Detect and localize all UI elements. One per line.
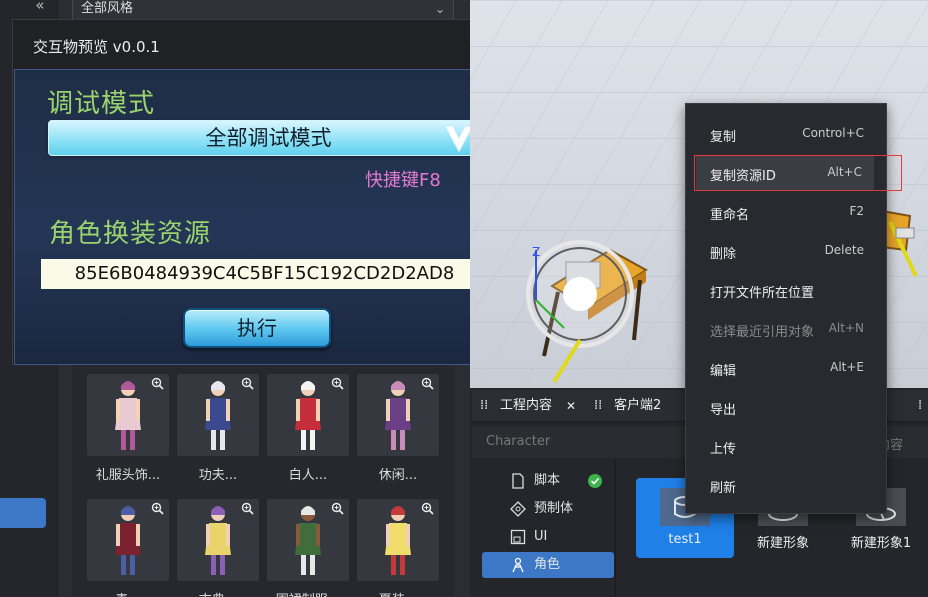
debug-panel: 调试模式 全部调试模式 快捷键F8 角色换装资源 85E6B0484939C4C…	[14, 69, 511, 365]
character-figure-icon	[295, 506, 321, 575]
character-thumbnail-label: 夏装...	[357, 589, 439, 597]
zoom-icon[interactable]	[331, 377, 345, 391]
tree-item-script[interactable]: 脚本	[482, 468, 614, 494]
character-thumbnail-label: 休闲...	[378, 468, 418, 483]
tree-item-prefab[interactable]: 预制体	[482, 496, 614, 522]
character-figure-icon	[205, 381, 231, 450]
character-thumbnail-label: 白人...	[288, 468, 328, 483]
skin-resource-heading: 角色换装资源	[49, 219, 212, 249]
menu-item-shortcut: Alt+N	[828, 321, 864, 335]
tree-item-character[interactable]: 角色	[482, 552, 614, 578]
style-filter-select[interactable]: 全部风格 ⌄	[72, 0, 454, 20]
tab-client-2[interactable]: 客户端2	[614, 390, 661, 422]
tree-item-label: UI	[534, 529, 548, 544]
character-thumbnail-label: 围裙制服...	[267, 589, 349, 597]
character-thumbnail-label: 古典...	[177, 589, 259, 597]
menu-item-shortcut: Control+C	[802, 126, 864, 140]
zoom-icon[interactable]	[421, 502, 435, 516]
character-figure-icon	[205, 506, 231, 575]
menu-item-upload[interactable]: 上传	[686, 429, 886, 463]
zoom-icon[interactable]	[421, 377, 435, 391]
menu-item-label: 重命名	[710, 208, 750, 223]
menu-item-export[interactable]: 导出	[686, 390, 886, 424]
menu-item-label: 刷新	[710, 481, 737, 496]
asset-name: 新建形象	[756, 536, 809, 551]
shortcut-hint: 快捷键F8	[365, 170, 441, 191]
character-thumbnail[interactable]	[267, 374, 349, 456]
execute-button[interactable]: 执行	[183, 308, 331, 348]
tree-item-label: 脚本	[534, 473, 561, 488]
menu-item-open-location[interactable]: 打开文件所在位置	[686, 273, 886, 307]
tree-item-label: 角色	[534, 557, 561, 572]
menu-item-shortcut: F2	[849, 204, 864, 218]
tree-item-label: 预制体	[534, 501, 574, 516]
debug-mode-select[interactable]: 全部调试模式	[48, 120, 489, 156]
menu-item-label: 选择最近引用对象	[710, 325, 815, 340]
tab-drag-handle-icon[interactable]: ⁞⁞	[594, 390, 602, 422]
character-grid: 礼服头饰... 功夫... 白人... 休闲... 毒... 古典... 围裙制服... 夏装…	[72, 365, 454, 597]
search-input[interactable]: Character	[486, 434, 550, 449]
menu-item-delete[interactable]: 删除 Delete	[686, 234, 886, 268]
debug-mode-heading: 调试模式	[47, 89, 156, 119]
character-thumbnail[interactable]	[177, 499, 259, 581]
menu-item-label: 导出	[710, 403, 737, 418]
tab-drag-handle-icon[interactable]: ⁞	[918, 390, 922, 422]
tab-project-content[interactable]: 工程内容	[500, 390, 552, 422]
character-thumbnail[interactable]	[357, 499, 439, 581]
menu-item-shortcut: Alt+E	[830, 360, 864, 374]
asset-name: 新建形象1	[850, 536, 912, 551]
menu-item-label: 复制	[710, 130, 737, 145]
character-thumbnail-label: 功夫...	[198, 468, 238, 483]
prefab-icon	[510, 501, 526, 517]
menu-item-label: 删除	[710, 247, 737, 262]
menu-item-copy[interactable]: 复制 Control+C	[686, 117, 886, 151]
menu-item-rename[interactable]: 重命名 F2	[686, 195, 886, 229]
tab-close-icon[interactable]: ✕	[566, 390, 576, 422]
asset-name: test1	[668, 532, 702, 547]
character-thumbnail[interactable]	[87, 374, 169, 456]
zoom-icon[interactable]	[241, 377, 255, 391]
character-figure-icon	[295, 381, 321, 450]
resource-id-field[interactable]: 85E6B0484939C4C5BF15C192CD2D2AD8	[41, 259, 488, 289]
highlight-outline	[694, 155, 902, 191]
check-circle-icon	[588, 474, 602, 488]
tree-item-ui[interactable]: UI	[482, 524, 614, 550]
chevron-down-icon: ⌄	[434, 2, 445, 16]
menu-item-refresh[interactable]: 刷新	[686, 468, 886, 502]
character-figure-icon	[115, 506, 141, 575]
character-thumbnail[interactable]	[87, 499, 169, 581]
menu-item-label: 上传	[710, 442, 737, 457]
file-icon	[512, 473, 524, 489]
character-thumbnail[interactable]	[177, 374, 259, 456]
sidebar-selected-item[interactable]	[0, 498, 46, 528]
character-thumbnail-label: 礼服头饰...	[95, 468, 161, 483]
zoom-icon[interactable]	[331, 502, 345, 516]
zoom-icon[interactable]	[151, 377, 165, 391]
character-icon	[512, 557, 524, 573]
tab-drag-handle-icon[interactable]: ⁞⁞	[480, 390, 488, 422]
character-thumbnail[interactable]	[267, 499, 349, 581]
character-thumbnail-label: 毒...	[87, 589, 169, 597]
collapse-button[interactable]: «	[26, 0, 54, 14]
menu-item-select-recent-reference[interactable]: 选择最近引用对象 Alt+N	[686, 312, 886, 346]
zoom-icon[interactable]	[241, 502, 255, 516]
ui-icon	[510, 529, 526, 545]
menu-item-shortcut: Delete	[824, 243, 864, 257]
zoom-icon[interactable]	[151, 502, 165, 516]
menu-item-label: 编辑	[710, 364, 737, 379]
axis-z-label: Z	[532, 245, 540, 259]
character-thumbnail[interactable]	[357, 374, 439, 456]
character-figure-icon	[115, 381, 141, 450]
menu-item-edit[interactable]: 编辑 Alt+E	[686, 351, 886, 385]
character-figure-icon	[385, 381, 411, 450]
folder-tree: 脚本 预制体 UI 角色	[472, 466, 616, 597]
character-figure-icon	[385, 506, 411, 575]
style-filter-value: 全部风格	[81, 1, 134, 16]
dialog-title: 交互物预览 v0.0.1	[33, 38, 160, 56]
menu-item-label: 打开文件所在位置	[710, 286, 815, 301]
preview-dialog: 交互物预览 v0.0.1 ✕ 调试模式 全部调试模式 快捷键F8 角色换装资源 …	[12, 19, 512, 365]
